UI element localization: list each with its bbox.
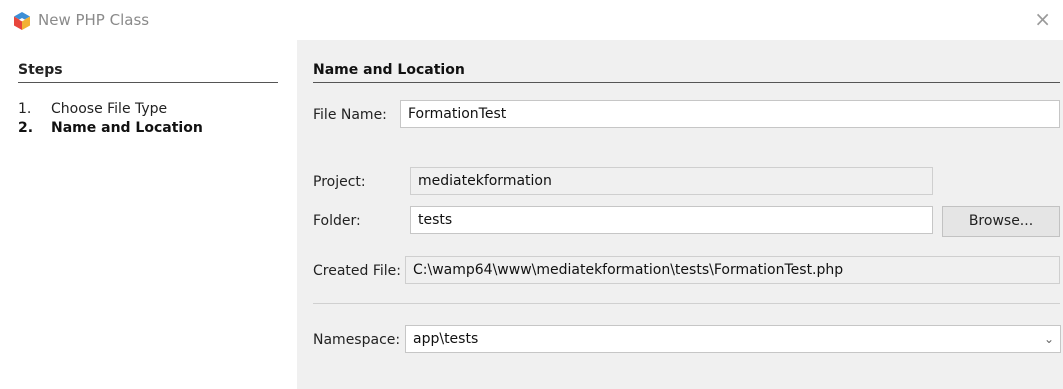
close-icon[interactable]: × [1034, 7, 1051, 31]
step-number: 2. [18, 120, 34, 136]
step-label: Choose File Type [51, 101, 168, 117]
folder-input[interactable]: tests [410, 206, 933, 234]
step-label: Name and Location [51, 120, 203, 136]
netbeans-icon [14, 12, 30, 30]
step-number: 1. [18, 101, 32, 117]
namespace-select[interactable]: app\tests ⌄ [405, 325, 1061, 353]
namespace-label: Namespace: [313, 332, 401, 348]
chevron-down-icon[interactable]: ⌄ [1044, 326, 1054, 352]
browse-button[interactable]: Browse... [942, 206, 1060, 237]
created-file-field: C:\wamp64\www\mediatekformation\tests\Fo… [405, 256, 1060, 284]
steps-heading: Steps [18, 62, 278, 83]
title-bar: New PHP Class × [0, 0, 1063, 40]
created-file-label: Created File: [313, 263, 401, 279]
project-label: Project: [313, 174, 366, 190]
file-name-label: File Name: [313, 107, 387, 123]
file-name-input[interactable]: FormationTest [400, 100, 1060, 128]
step-name-and-location: 2. Name and Location [18, 120, 203, 136]
steps-panel: Steps 1. Choose File Type 2. Name and Loca… [0, 40, 297, 389]
namespace-value: app\tests [413, 331, 479, 347]
folder-label: Folder: [313, 213, 361, 229]
project-field: mediatekformation [410, 167, 933, 195]
window-title: New PHP Class [38, 11, 150, 29]
separator [313, 303, 1060, 304]
step-choose-file-type: 1. Choose File Type [18, 101, 167, 117]
section-heading: Name and Location [313, 62, 1060, 83]
name-location-panel: Name and Location File Name: FormationTe… [297, 40, 1063, 389]
